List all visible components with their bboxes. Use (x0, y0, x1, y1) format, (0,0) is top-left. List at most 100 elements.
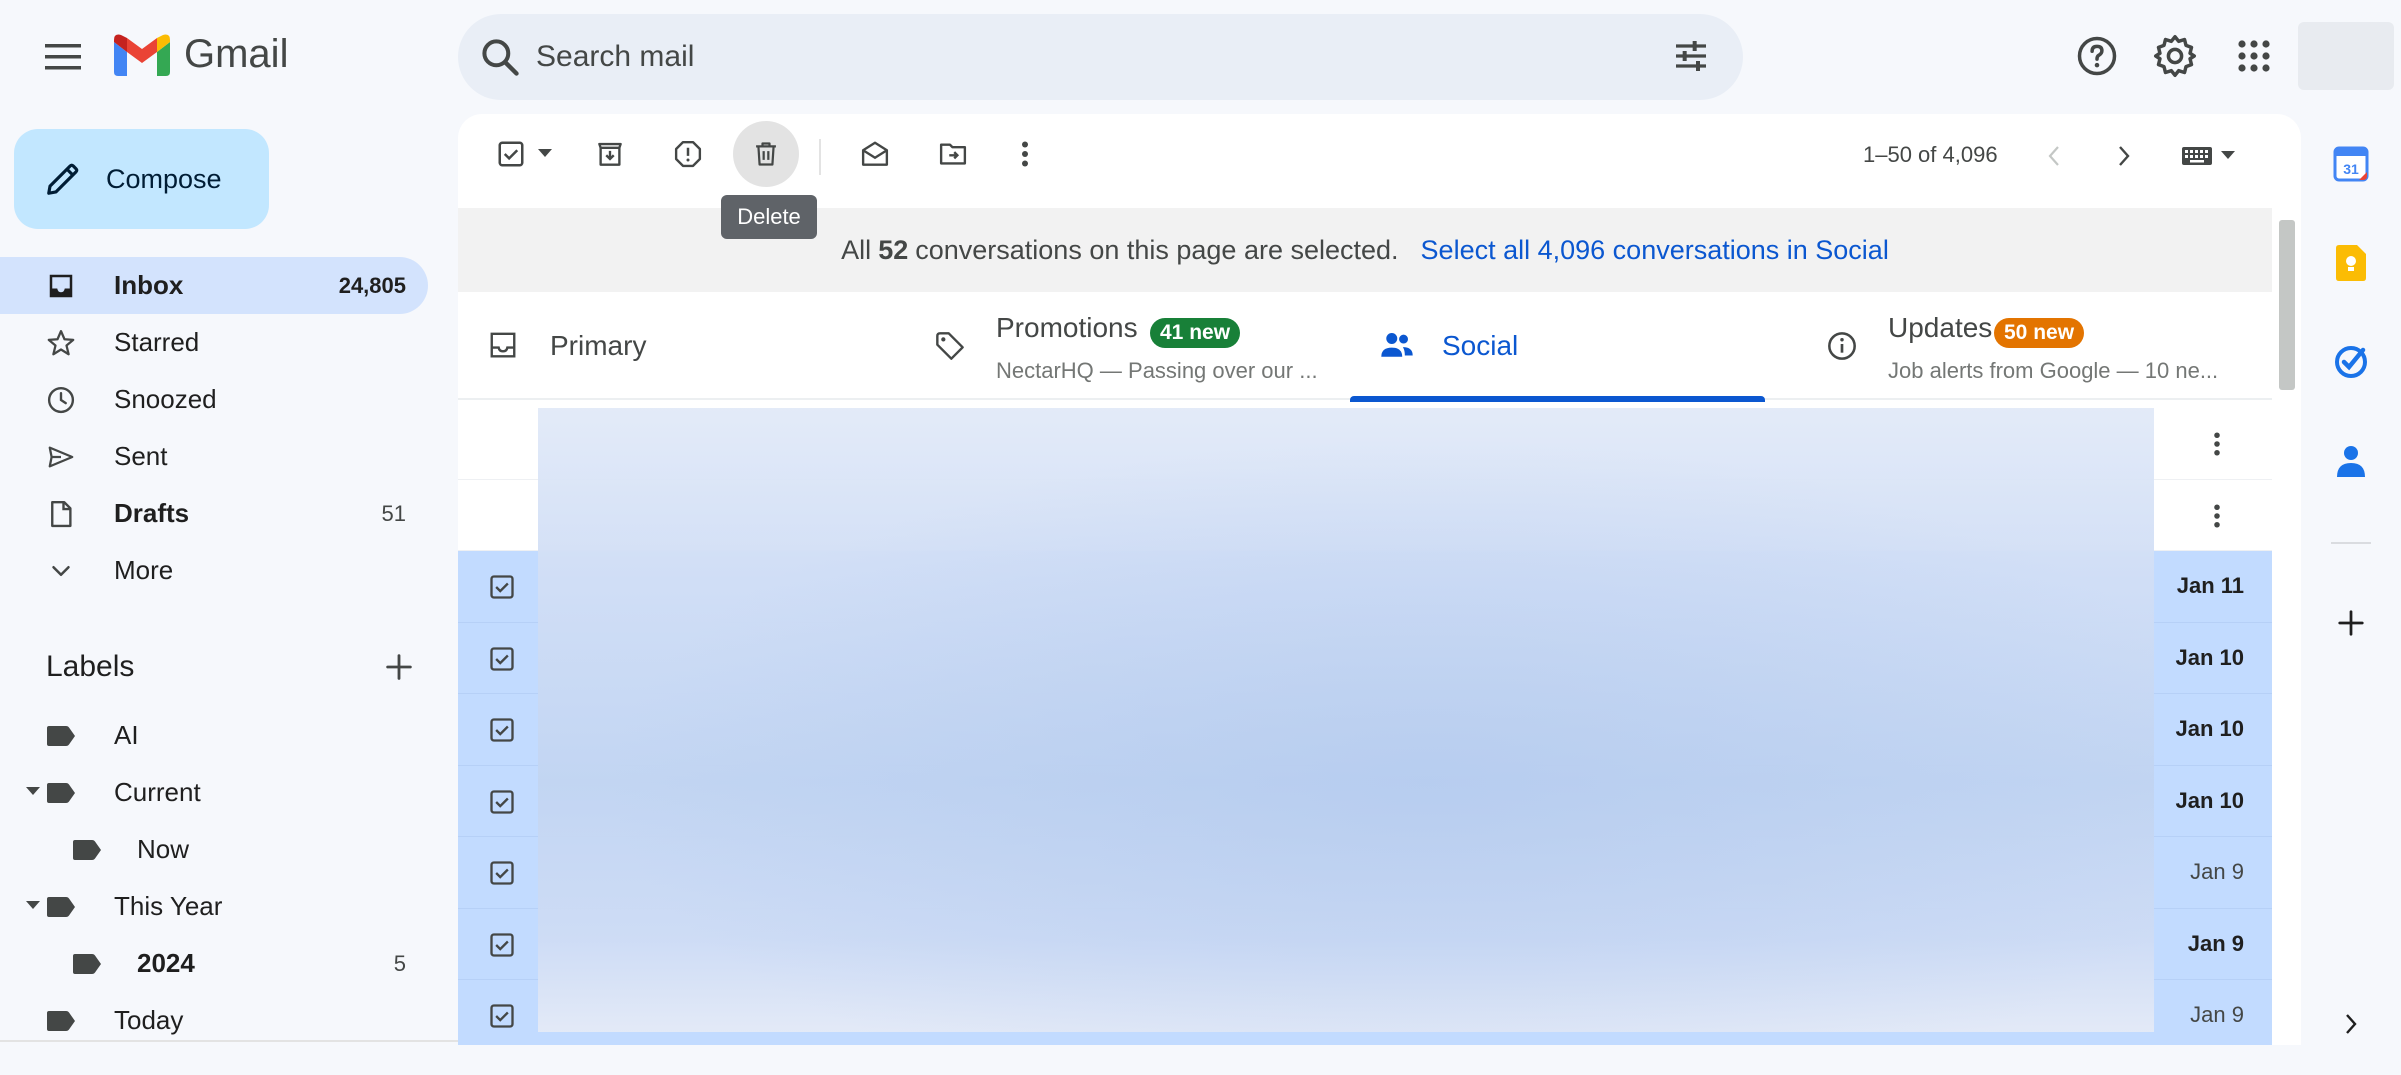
sidebar-item-drafts[interactable]: Drafts 51 (0, 485, 428, 542)
caret-down-icon (538, 149, 552, 159)
row-checkbox[interactable] (488, 1002, 516, 1030)
inbox-icon (46, 271, 76, 301)
star-icon (46, 328, 76, 358)
sidebar-item-starred[interactable]: Starred (0, 314, 428, 371)
hamburger-icon (45, 44, 81, 70)
move-to-button[interactable] (920, 121, 986, 187)
row-checkbox[interactable] (488, 573, 516, 601)
new-count-badge: 41 new (1150, 318, 1241, 348)
label-name: Now (137, 834, 190, 864)
create-label-button[interactable] (382, 650, 416, 684)
input-tools-button[interactable] (2168, 128, 2248, 184)
sidebar-item-snoozed[interactable]: Snoozed (0, 371, 428, 428)
get-addons-button[interactable] (2331, 603, 2371, 643)
compose-button[interactable]: Compose (14, 129, 269, 229)
row-date: Jan 10 (2175, 716, 2245, 741)
new-count-badge: 50 new (1994, 318, 2085, 348)
label-item-2024[interactable]: 2024 5 (0, 935, 428, 992)
checkbox-checked-icon (488, 573, 516, 601)
mail-list-panel: Delete 1–50 of 4,096 All 52 conversation… (458, 114, 2301, 1045)
tab-social[interactable]: Social (1350, 292, 1796, 402)
report-spam-button[interactable] (655, 121, 721, 187)
row-checkbox[interactable] (488, 645, 516, 673)
banner-text: conversations on this page are selected. (915, 234, 1399, 265)
label-item-ai[interactable]: AI (0, 707, 428, 764)
row-date: Jan 10 (2175, 644, 2245, 670)
checkbox-checked-icon (488, 931, 516, 959)
apps-grid-icon (2236, 38, 2272, 74)
sidebar-item-label: Sent (114, 441, 168, 471)
draft-count: 51 (381, 500, 406, 526)
scrollbar[interactable] (2275, 200, 2299, 1045)
sidebar-item-label: Inbox (114, 270, 184, 300)
help-icon (2076, 35, 2118, 77)
checkbox-checked-icon (488, 716, 516, 744)
newer-button[interactable] (2026, 128, 2082, 184)
row-checkbox[interactable] (488, 931, 516, 959)
side-panel: 31 (2301, 114, 2401, 1075)
search-icon[interactable] (478, 35, 522, 79)
gear-icon (2153, 34, 2197, 78)
calendar-button[interactable]: 31 (2331, 144, 2371, 184)
expand-panel-icon (2344, 1013, 2358, 1035)
gmail-logo[interactable]: Gmail (114, 32, 288, 77)
search-input[interactable] (536, 32, 1536, 82)
main-menu-button[interactable] (30, 24, 96, 90)
keep-button[interactable] (2331, 243, 2371, 283)
tab-title: Social (1442, 330, 1519, 361)
calendar-day: 31 (2343, 161, 2359, 177)
expand-caret-icon[interactable] (26, 901, 40, 911)
keep-icon (2336, 245, 2366, 281)
expand-caret-icon[interactable] (26, 787, 40, 797)
move-to-folder-icon (937, 139, 969, 169)
labels-list: AI Current Now This Year 2024 5 Today (0, 707, 430, 1049)
row-more-button[interactable] (2199, 498, 2235, 534)
tab-snippet: Job alerts from Google — 10 ne... (1888, 358, 2219, 383)
label-name: AI (114, 720, 139, 750)
pencil-icon (44, 160, 82, 198)
contacts-button[interactable] (2331, 441, 2371, 481)
label-name: This Year (114, 891, 223, 921)
support-button[interactable] (2067, 26, 2127, 86)
app-name: Gmail (184, 32, 289, 76)
select-all-checkbox[interactable] (474, 121, 574, 187)
settings-button[interactable] (2145, 26, 2205, 86)
app-header: Gmail (0, 0, 2401, 114)
search-options-icon[interactable] (1671, 36, 1711, 76)
older-button[interactable] (2096, 128, 2152, 184)
row-checkbox[interactable] (488, 859, 516, 887)
chevron-left-icon (2047, 145, 2061, 167)
search-bar[interactable] (458, 14, 1743, 100)
label-name: 2024 (137, 948, 195, 978)
keyboard-icon (2181, 145, 2213, 167)
gmail-m-icon (114, 34, 170, 76)
row-date: Jan 9 (2187, 930, 2244, 956)
label-item-now[interactable]: Now (0, 821, 428, 878)
tab-promotions[interactable]: Promotions 41 new NectarHQ — Passing ove… (904, 292, 1350, 400)
label-item-current[interactable]: Current (0, 764, 428, 821)
delete-button[interactable] (733, 121, 799, 187)
label-tag-icon (46, 1010, 76, 1032)
sidebar-item-sent[interactable]: Sent (0, 428, 428, 485)
delete-tooltip: Delete (721, 195, 817, 239)
row-checkbox[interactable] (488, 788, 516, 816)
tag-icon (934, 330, 966, 362)
account-avatar[interactable] (2298, 22, 2394, 90)
row-checkbox[interactable] (488, 716, 516, 744)
show-side-panel-button[interactable] (2331, 1004, 2371, 1044)
row-date: Jan 9 (2190, 859, 2244, 884)
row-date: Jan 9 (2190, 1002, 2244, 1027)
archive-button[interactable] (577, 121, 643, 187)
more-actions-button[interactable] (992, 121, 1058, 187)
sidebar-item-inbox[interactable]: Inbox 24,805 (0, 257, 428, 314)
row-more-button[interactable] (2199, 426, 2235, 462)
tab-updates[interactable]: Updates 50 new Job alerts from Google — … (1796, 292, 2242, 400)
tab-primary[interactable]: Primary (458, 292, 904, 400)
sidebar-item-more[interactable]: More (0, 542, 428, 599)
tasks-button[interactable] (2331, 342, 2371, 382)
select-all-link[interactable]: Select all 4,096 conversations in Social (1421, 235, 1889, 266)
mark-as-read-button[interactable] (842, 121, 908, 187)
label-item-this-year[interactable]: This Year (0, 878, 428, 935)
scrollbar-thumb[interactable] (2279, 220, 2295, 390)
google-apps-button[interactable] (2224, 26, 2284, 86)
